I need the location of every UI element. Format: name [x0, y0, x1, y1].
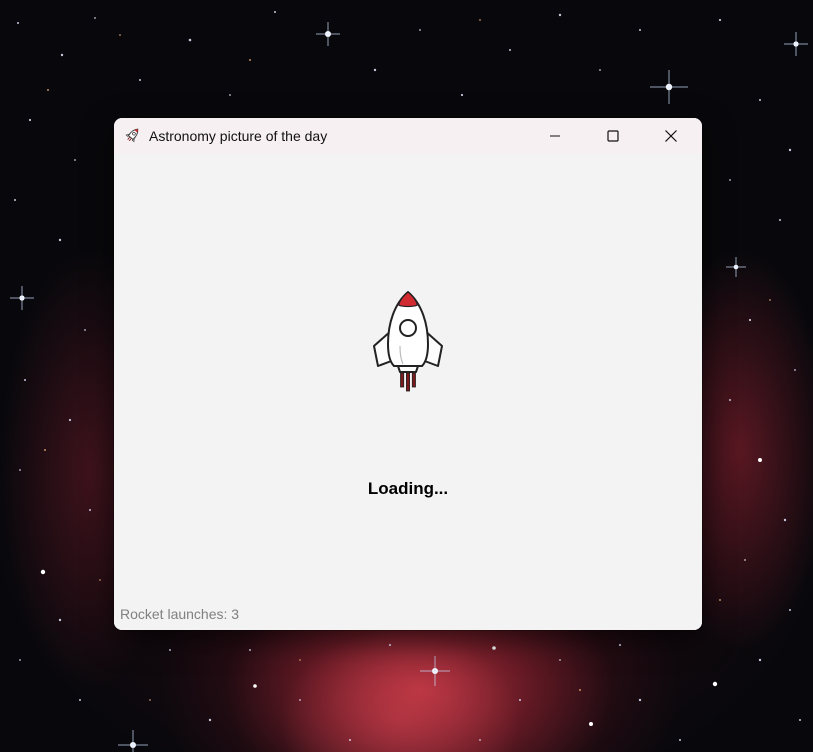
minimize-button[interactable] [532, 118, 578, 154]
maximize-icon [607, 130, 619, 142]
rocket-icon [373, 291, 443, 392]
close-button[interactable] [648, 118, 694, 154]
close-icon [665, 130, 677, 142]
loading-label: Loading... [367, 479, 449, 498]
rocket-launches-status: Rocket launches: 3 [120, 606, 240, 622]
title-bar[interactable]: Astronomy picture of the day [114, 118, 702, 154]
minimize-icon [550, 135, 560, 137]
window-title: Astronomy picture of the day [149, 128, 328, 144]
main-content: Loading... Rocket launches: 3 [114, 154, 702, 630]
rocket-icon [125, 128, 139, 143]
app-window: Astronomy picture of the day Loading... … [114, 118, 702, 630]
maximize-button[interactable] [590, 118, 636, 154]
